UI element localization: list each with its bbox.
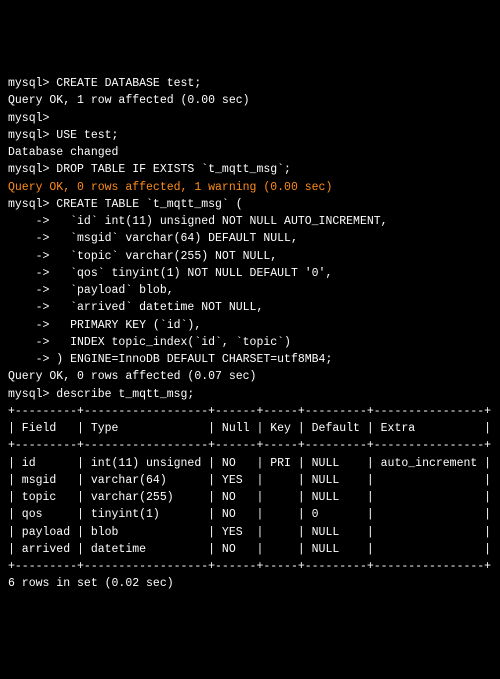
terminal-line: Query OK, 1 row affected (0.00 sec) (8, 92, 492, 109)
terminal-line: 6 rows in set (0.02 sec) (8, 575, 492, 592)
terminal-line: mysql> DROP TABLE IF EXISTS `t_mqtt_msg`… (8, 161, 492, 178)
terminal-line: Query OK, 0 rows affected (0.07 sec) (8, 368, 492, 385)
terminal-line: | id | int(11) unsigned | NO | PRI | NUL… (8, 455, 492, 472)
terminal-line: -> `payload` blob, (8, 282, 492, 299)
terminal-line: mysql> (8, 110, 492, 127)
terminal-line: | msgid | varchar(64) | YES | | NULL | | (8, 472, 492, 489)
terminal-line: | qos | tinyint(1) | NO | | 0 | | (8, 506, 492, 523)
terminal-line: mysql> describe t_mqtt_msg; (8, 386, 492, 403)
terminal-line: -> ) ENGINE=InnoDB DEFAULT CHARSET=utf8M… (8, 351, 492, 368)
terminal-line: Database changed (8, 144, 492, 161)
terminal-line: -> `arrived` datetime NOT NULL, (8, 299, 492, 316)
terminal-output: mysql> CREATE DATABASE test;Query OK, 1 … (8, 75, 492, 593)
terminal-line: -> `qos` tinyint(1) NOT NULL DEFAULT '0'… (8, 265, 492, 282)
terminal-line: | payload | blob | YES | | NULL | | (8, 524, 492, 541)
terminal-line: -> INDEX topic_index(`id`, `topic`) (8, 334, 492, 351)
terminal-line: +---------+------------------+------+---… (8, 403, 492, 420)
terminal-line: | topic | varchar(255) | NO | | NULL | | (8, 489, 492, 506)
terminal-line: Query OK, 0 rows affected, 1 warning (0.… (8, 179, 492, 196)
terminal-line: | Field | Type | Null | Key | Default | … (8, 420, 492, 437)
terminal-line: mysql> CREATE TABLE `t_mqtt_msg` ( (8, 196, 492, 213)
terminal-line: +---------+------------------+------+---… (8, 558, 492, 575)
terminal-line: -> `id` int(11) unsigned NOT NULL AUTO_I… (8, 213, 492, 230)
terminal-line: -> `msgid` varchar(64) DEFAULT NULL, (8, 230, 492, 247)
terminal-line: -> `topic` varchar(255) NOT NULL, (8, 248, 492, 265)
terminal-line: -> PRIMARY KEY (`id`), (8, 317, 492, 334)
terminal-line: mysql> CREATE DATABASE test; (8, 75, 492, 92)
terminal-line: mysql> USE test; (8, 127, 492, 144)
terminal-line: +---------+------------------+------+---… (8, 437, 492, 454)
terminal-line: | arrived | datetime | NO | | NULL | | (8, 541, 492, 558)
